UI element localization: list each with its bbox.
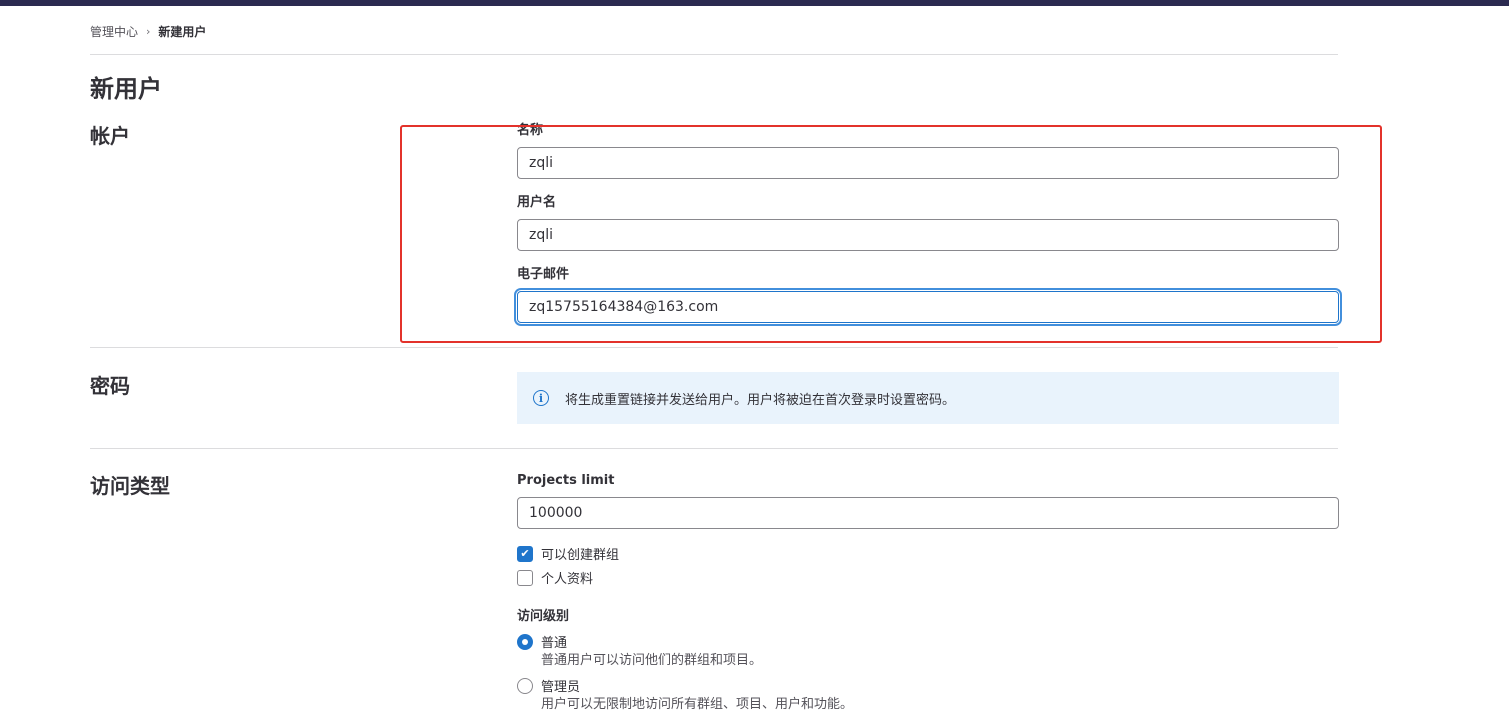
page-title: 新用户 — [90, 75, 162, 103]
name-label: 名称 — [517, 123, 544, 138]
access-level-admin-option[interactable]: 管理员 — [517, 676, 580, 695]
access-level-admin-label: 管理员 — [541, 680, 581, 695]
check-icon: ✔ — [520, 547, 530, 560]
section-title-account: 帐户 — [90, 124, 130, 148]
section-title-password: 密码 — [90, 374, 130, 398]
can-create-group-label: 可以创建群组 — [541, 548, 620, 563]
section-title-access: 访问类型 — [90, 474, 170, 498]
breadcrumb: 管理中心 › 新建用户 — [90, 22, 206, 40]
access-level-label: 访问级别 — [517, 609, 570, 624]
breadcrumb-separator: › — [146, 24, 151, 38]
username-input[interactable] — [517, 219, 1339, 251]
username-label: 用户名 — [517, 195, 557, 210]
projects-limit-label: Projects limit — [517, 473, 615, 488]
password-notice-text: 将生成重置链接并发送给用户。用户将被迫在首次登录时设置密码。 — [565, 392, 956, 408]
access-level-regular-option[interactable]: 普通 — [517, 632, 567, 651]
breadcrumb-admin-area[interactable]: 管理中心 — [90, 23, 138, 40]
password-info-alert: i 将生成重置链接并发送给用户。用户将被迫在首次登录时设置密码。 — [517, 372, 1339, 424]
radio-selected-icon[interactable] — [517, 633, 533, 650]
checkbox-unchecked-icon[interactable] — [517, 569, 533, 586]
divider — [90, 448, 1338, 449]
info-icon: i — [533, 390, 549, 406]
access-level-admin-description: 用户可以无限制地访问所有群组、项目、用户和功能。 — [541, 697, 854, 712]
top-bar — [0, 0, 1509, 6]
divider — [90, 54, 1338, 55]
access-level-regular-label: 普通 — [541, 636, 568, 651]
checkbox-checked-icon[interactable]: ✔ — [517, 545, 533, 562]
radio-unselected-icon[interactable] — [517, 677, 533, 694]
divider — [90, 347, 1338, 348]
access-level-regular-description: 普通用户可以访问他们的群组和项目。 — [541, 653, 763, 668]
breadcrumb-current: 新建用户 — [158, 24, 207, 39]
name-input[interactable] — [517, 147, 1339, 179]
private-profile-option[interactable]: 个人资料 — [517, 568, 593, 587]
projects-limit-input[interactable] — [517, 497, 1339, 529]
can-create-group-option[interactable]: ✔ 可以创建群组 — [517, 544, 619, 563]
email-input[interactable] — [517, 291, 1339, 323]
private-profile-label: 个人资料 — [541, 572, 594, 587]
email-label: 电子邮件 — [517, 267, 570, 282]
